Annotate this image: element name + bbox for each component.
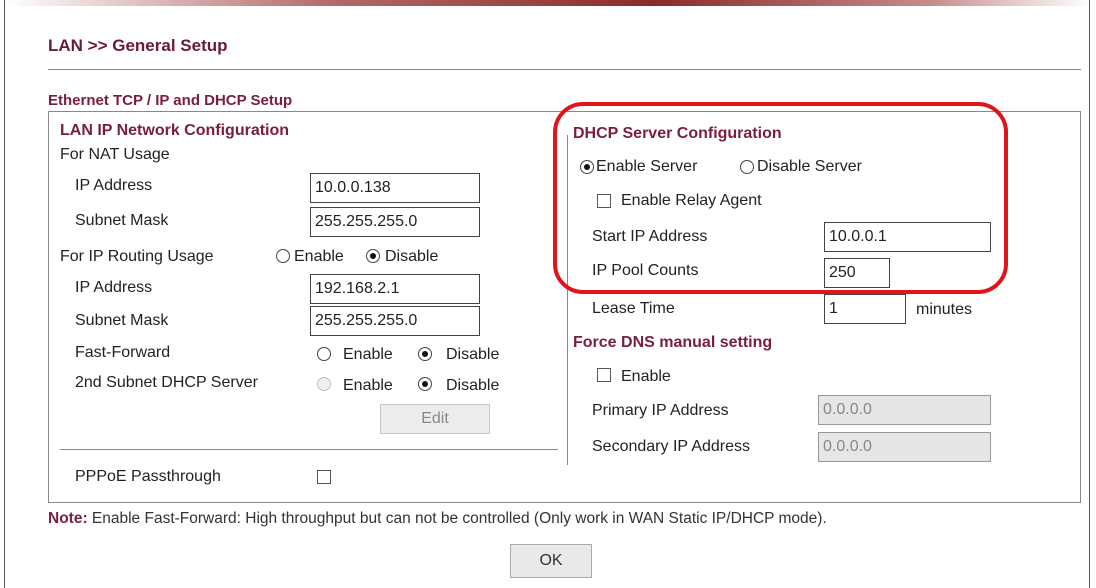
fast-forward-disable-radio[interactable] <box>418 347 432 361</box>
secondary-ip-input[interactable] <box>818 432 991 462</box>
primary-ip-label: Primary IP Address <box>592 402 729 419</box>
note-text: Note: Enable Fast-Forward: High throughp… <box>48 510 827 528</box>
fast-forward-enable-label: Enable <box>343 346 393 363</box>
dns-heading: Force DNS manual setting <box>573 334 773 351</box>
note-body: Enable Fast-Forward: High throughput but… <box>87 510 827 527</box>
routing-disable-radio[interactable] <box>366 249 380 263</box>
title-divider <box>48 69 1081 70</box>
nat-mask-label: Subnet Mask <box>75 212 169 229</box>
lease-time-input[interactable] <box>824 294 906 324</box>
primary-ip-input[interactable] <box>818 395 991 425</box>
lan-config-heading: LAN IP Network Configuration <box>60 122 290 139</box>
ok-button[interactable]: OK <box>510 544 592 578</box>
fast-forward-label: Fast-Forward <box>75 344 171 361</box>
fast-forward-disable-label: Disable <box>446 346 500 363</box>
dns-enable-checkbox[interactable] <box>597 368 611 382</box>
edit-button[interactable]: Edit <box>380 404 490 434</box>
second-dhcp-enable-radio[interactable] <box>317 377 331 391</box>
second-dhcp-disable-label: Disable <box>446 377 500 394</box>
routing-ip-label: IP Address <box>75 279 153 296</box>
routing-label: For IP Routing Usage <box>60 248 214 265</box>
routing-enable-label: Enable <box>294 248 344 265</box>
page-title: LAN >> General Setup <box>48 36 228 55</box>
nat-ip-label: IP Address <box>75 177 153 194</box>
routing-disable-label: Disable <box>385 248 439 265</box>
section-title: Ethernet TCP / IP and DHCP Setup <box>48 92 293 109</box>
dns-enable-label: Enable <box>621 368 671 385</box>
note-prefix: Note: <box>48 510 88 527</box>
nat-ip-input[interactable] <box>310 173 480 203</box>
lease-time-label: Lease Time <box>592 300 675 317</box>
second-dhcp-label: 2nd Subnet DHCP Server <box>75 374 258 391</box>
fast-forward-enable-radio[interactable] <box>317 347 331 361</box>
second-dhcp-disable-radio[interactable] <box>418 377 432 391</box>
second-dhcp-enable-label: Enable <box>343 377 393 394</box>
left-divider <box>60 449 558 450</box>
dhcp-highlight-annotation <box>553 102 1008 294</box>
secondary-ip-label: Secondary IP Address <box>592 438 751 455</box>
routing-enable-radio[interactable] <box>276 249 290 263</box>
nat-mask-input[interactable] <box>310 207 480 237</box>
lease-unit-label: minutes <box>916 301 973 318</box>
routing-mask-label: Subnet Mask <box>75 312 169 329</box>
routing-ip-input[interactable] <box>310 274 480 304</box>
pppoe-checkbox[interactable] <box>317 470 331 484</box>
routing-mask-input[interactable] <box>310 306 480 336</box>
pppoe-label: PPPoE Passthrough <box>75 468 221 485</box>
nat-usage-label: For NAT Usage <box>60 146 170 163</box>
